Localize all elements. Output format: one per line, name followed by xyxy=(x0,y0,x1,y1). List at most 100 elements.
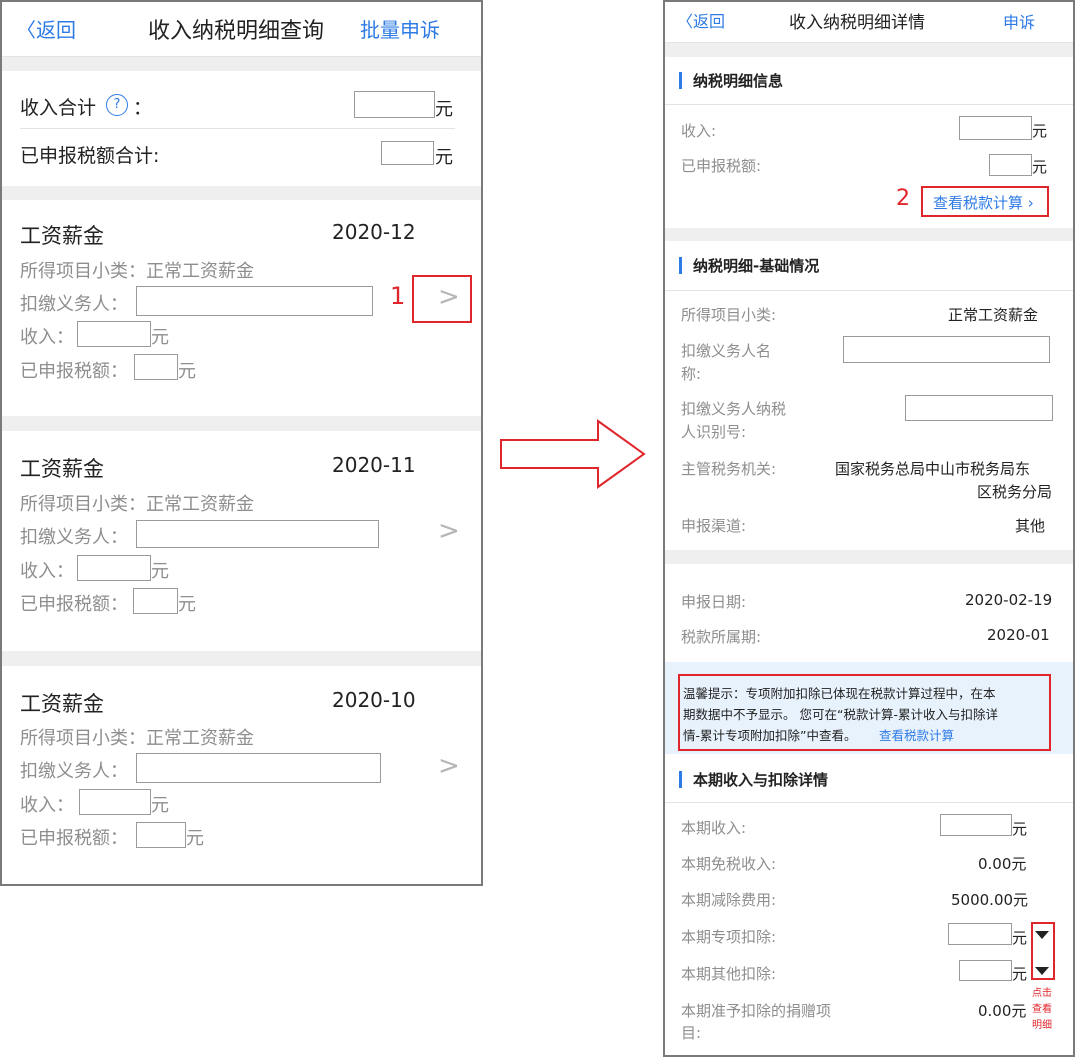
record-card[interactable]: 工资薪金 2020-12 所得项目小类：正常工资薪金 扣缴义务人： 收入： 元 … xyxy=(2,200,481,416)
divider xyxy=(665,43,1073,57)
unit: 元 xyxy=(151,795,169,816)
view-tax-calculation-link[interactable]: 查看税款计算 › xyxy=(933,192,1034,213)
declared-tax-label: 已申报税额： xyxy=(20,361,128,382)
exempt-income-value: 0.00元 xyxy=(978,855,1027,873)
step-marker: 2 xyxy=(896,186,910,211)
income-label: 收入： xyxy=(20,327,74,348)
withholder-label: 扣缴义务人： xyxy=(20,761,128,782)
period-income-value xyxy=(940,814,1012,836)
other-deduction-label: 本期其他扣除: xyxy=(681,965,777,983)
withholder-name-label-cont: 称: xyxy=(681,365,702,383)
withholder-name-label: 扣缴义务人名 xyxy=(681,342,772,360)
declare-date-value: 2020-02-19 xyxy=(965,591,1053,609)
back-button[interactable]: 〈返回 xyxy=(16,14,76,43)
record-title: 工资薪金 xyxy=(20,692,104,716)
declared-tax-label: 已申报税额： xyxy=(20,594,128,615)
help-icon[interactable]: ? xyxy=(106,94,128,116)
colon: ： xyxy=(133,97,153,119)
record-card[interactable]: 工资薪金 2020-10 所得项目小类：正常工资薪金 扣缴义务人： 收入： 元 … xyxy=(2,666,481,884)
income-value xyxy=(79,789,151,815)
divider xyxy=(2,186,481,200)
period-income-label: 本期收入: xyxy=(681,819,747,837)
tax-authority-value-cont: 区税务分局 xyxy=(977,483,1053,501)
section-title: 本期收入与扣除详情 xyxy=(693,771,829,789)
section-title: 纳税明细信息 xyxy=(693,72,784,90)
caret-down-icon[interactable] xyxy=(1035,931,1049,939)
section-title: 纳税明细-基础情况 xyxy=(693,257,820,275)
tax-period-label: 税款所属期: xyxy=(681,628,762,646)
divider xyxy=(665,228,1073,241)
declared-tax-label: 已申报税额： xyxy=(20,828,128,849)
channel-value: 其他 xyxy=(1015,517,1046,535)
hint-text: 查看 xyxy=(1032,1004,1052,1015)
withholder-taxid-label-cont: 人识别号: xyxy=(681,423,747,441)
other-deduction-value xyxy=(959,960,1012,981)
back-button[interactable]: 〈返回 xyxy=(677,8,725,32)
record-date: 2020-11 xyxy=(332,453,416,477)
divider xyxy=(665,802,1073,803)
divider xyxy=(665,104,1073,105)
income-label: 收入: xyxy=(681,122,717,140)
right-arrow-icon xyxy=(500,419,646,489)
divider xyxy=(2,651,481,666)
divider xyxy=(2,416,481,431)
subcategory-label: 所得项目小类: xyxy=(681,306,777,324)
withholder-name-value xyxy=(843,336,1050,363)
withholder-value xyxy=(136,753,381,783)
unit: 元 xyxy=(186,828,204,849)
channel-label: 申报渠道: xyxy=(681,517,747,535)
declared-tax-value xyxy=(989,154,1032,176)
record-card[interactable]: 工资薪金 2020-11 所得项目小类：正常工资薪金 扣缴义务人： 收入： 元 … xyxy=(2,431,481,651)
record-date: 2020-10 xyxy=(332,688,416,712)
donation-value: 0.00元 xyxy=(978,1002,1027,1020)
special-deduction-label: 本期专项扣除: xyxy=(681,928,777,946)
chevron-right-icon[interactable]: > xyxy=(438,516,460,546)
divider xyxy=(2,57,481,71)
deduction-fee-label: 本期减除费用: xyxy=(681,891,777,909)
unit: 元 xyxy=(1032,158,1048,176)
income-label: 收入： xyxy=(20,561,74,582)
withholder-value xyxy=(136,520,379,548)
unit: 元 xyxy=(1032,122,1048,140)
unit: 元 xyxy=(435,99,453,120)
income-total-value xyxy=(354,91,435,118)
unit: 元 xyxy=(151,327,169,348)
withholder-label: 扣缴义务人： xyxy=(20,527,128,548)
divider xyxy=(665,550,1073,564)
divider xyxy=(20,128,455,129)
section-marker xyxy=(679,771,682,788)
declared-tax-value xyxy=(134,354,178,380)
declare-date-label: 申报日期: xyxy=(681,593,747,611)
unit: 元 xyxy=(435,147,453,168)
withholder-label: 扣缴义务人： xyxy=(20,294,128,315)
record-subcategory: 所得项目小类：正常工资薪金 xyxy=(20,728,254,749)
withholder-value xyxy=(136,286,373,316)
income-tax-detail-screen: 〈返回 收入纳税明细详情 申诉 纳税明细信息 收入: 元 已申报税额: 元 2 … xyxy=(663,0,1075,1057)
income-value xyxy=(77,321,151,347)
declared-tax-value xyxy=(133,588,178,614)
tax-authority-value: 国家税务总局中山市税务局东 xyxy=(835,460,1031,478)
special-deduction-value xyxy=(948,923,1012,945)
header-bar: 〈返回 收入纳税明细详情 申诉 xyxy=(665,2,1073,43)
view-tax-calculation-link[interactable]: 查看税款计算 xyxy=(879,725,954,744)
unit: 元 xyxy=(178,361,196,382)
chevron-right-icon[interactable]: > xyxy=(438,751,460,781)
hint-text: 明细 xyxy=(1032,1020,1052,1031)
batch-appeal-button[interactable]: 批量申诉 xyxy=(360,14,440,43)
unit: 元 xyxy=(178,594,196,615)
withholder-taxid-value xyxy=(905,395,1053,421)
step-marker: 1 xyxy=(390,282,406,310)
income-value xyxy=(959,116,1032,140)
hint-text: 点击 xyxy=(1032,988,1052,999)
highlight-box xyxy=(412,275,472,323)
income-total-label: 收入合计 xyxy=(20,97,97,119)
appeal-button[interactable]: 申诉 xyxy=(1003,9,1035,33)
deduction-fee-value: 5000.00元 xyxy=(951,891,1029,909)
notice-text: 温馨提示：专项附加扣除已体现在税款计算过程中，在本 xyxy=(683,686,996,701)
page-title: 收入纳税明细详情 xyxy=(789,13,925,33)
header-bar: 〈返回 收入纳税明细查询 批量申诉 xyxy=(2,2,481,57)
caret-down-icon[interactable] xyxy=(1035,967,1049,975)
section-marker xyxy=(679,72,682,89)
record-title: 工资薪金 xyxy=(20,224,104,248)
tax-authority-label: 主管税务机关: xyxy=(681,460,777,478)
